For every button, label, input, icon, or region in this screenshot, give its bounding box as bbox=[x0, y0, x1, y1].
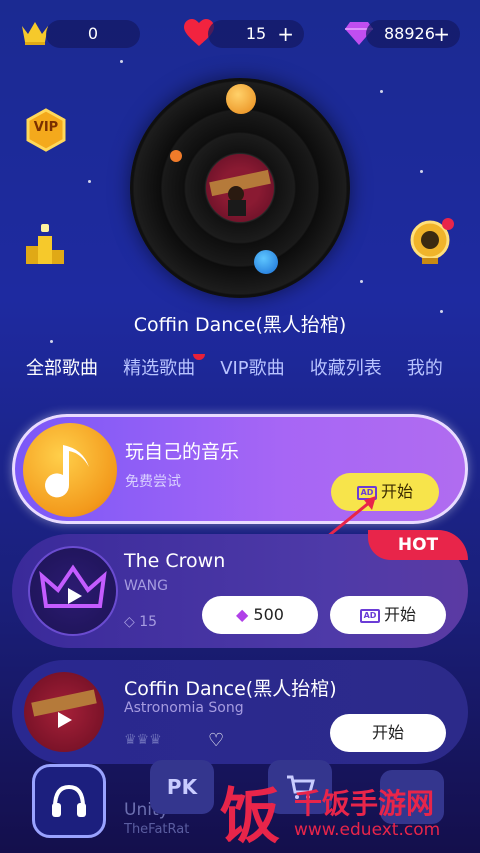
card-artist: WANG bbox=[124, 578, 168, 594]
start-label: 开始 bbox=[383, 605, 416, 624]
heart-outline-icon[interactable]: ♡ bbox=[208, 730, 224, 751]
card-title: 玩自己的音乐 bbox=[125, 441, 240, 463]
song-card-coffin-dance[interactable]: Coffin Dance(黑人抬棺) Astronomia Song ♛♛♛ ♡… bbox=[12, 660, 468, 764]
start-ad-button[interactable]: AD 开始 bbox=[330, 596, 446, 634]
tab-favorites[interactable]: 收藏列表 bbox=[310, 354, 382, 380]
crown-album-art bbox=[28, 546, 118, 636]
diamond-reward: ◇ 15 bbox=[124, 614, 158, 630]
start-button[interactable]: 开始 bbox=[330, 714, 446, 752]
crowns-value: 0 bbox=[87, 24, 99, 43]
card-title: Coffin Dance(黑人抬棺) bbox=[124, 678, 337, 700]
tab-all-songs[interactable]: 全部歌曲 bbox=[26, 354, 98, 380]
pk-tab-button[interactable]: PK bbox=[150, 760, 214, 814]
tab-featured-songs[interactable]: 精选歌曲 bbox=[123, 354, 206, 380]
planet-icon bbox=[254, 250, 278, 274]
currency-bar: 0 15 + 88926 + bbox=[0, 16, 480, 52]
ad-video-icon: AD bbox=[359, 608, 380, 623]
planet-icon bbox=[226, 84, 256, 114]
hearts-value: 15 bbox=[245, 24, 267, 43]
tab-vip-songs[interactable]: VIP歌曲 bbox=[220, 354, 284, 380]
music-tab-button[interactable] bbox=[32, 764, 106, 838]
watermark-name: 千饭手游网 bbox=[294, 787, 435, 820]
diamonds-value: 88926 bbox=[384, 24, 435, 43]
add-hearts-button[interactable]: + bbox=[277, 20, 294, 48]
song-card-the-crown[interactable]: HOT The Crown WANG ◇ 15 ◆ 500 AD 开始 bbox=[12, 530, 468, 648]
add-diamonds-button[interactable]: + bbox=[433, 20, 450, 48]
vip-label: VIP bbox=[33, 120, 59, 135]
card-title: The Crown bbox=[124, 550, 226, 572]
album-art bbox=[206, 154, 274, 222]
gramophone-icon[interactable] bbox=[408, 216, 456, 266]
coffin-album-art bbox=[24, 672, 104, 752]
music-note-icon bbox=[23, 423, 117, 517]
song-card-custom[interactable]: 玩自己的音乐 免费尝试 AD 开始 bbox=[12, 414, 468, 524]
crown-rating-icon: ♛♛♛ bbox=[124, 732, 162, 748]
price-value: 500 bbox=[253, 605, 284, 624]
hearts-counter: 15 + bbox=[208, 20, 304, 48]
diamond-icon: ◆ bbox=[236, 605, 249, 624]
watermark-logo: 饭 bbox=[220, 782, 280, 852]
watermark-url: www.eduext.com bbox=[294, 820, 441, 840]
headphones-icon bbox=[52, 784, 86, 817]
site-watermark: 饭 千饭手游网 www.eduext.com bbox=[220, 768, 480, 853]
vinyl-record[interactable] bbox=[130, 78, 350, 298]
tab-featured-label: 精选歌曲 bbox=[123, 358, 196, 379]
diamonds-counter: 88926 + bbox=[366, 20, 460, 48]
card-subtitle: 免费尝试 bbox=[125, 474, 181, 490]
reward-value: 15 bbox=[139, 614, 158, 630]
leaderboard-icon[interactable] bbox=[24, 222, 66, 266]
notification-dot bbox=[193, 354, 206, 360]
crowns-counter: 0 bbox=[46, 20, 140, 48]
vip-badge-button[interactable]: VIP bbox=[24, 108, 68, 152]
now-playing-title: Coffin Dance(黑人抬棺) bbox=[133, 314, 347, 336]
hot-tag: HOT bbox=[368, 530, 468, 560]
start-label: 开始 bbox=[380, 482, 413, 501]
tab-mine[interactable]: 我的 bbox=[407, 354, 443, 380]
planet-icon bbox=[170, 150, 182, 162]
card-artist: Astronomia Song bbox=[124, 700, 244, 716]
buy-diamond-button[interactable]: ◆ 500 bbox=[202, 596, 318, 634]
song-category-tabs: 全部歌曲 精选歌曲 VIP歌曲 收藏列表 我的 bbox=[26, 354, 480, 384]
